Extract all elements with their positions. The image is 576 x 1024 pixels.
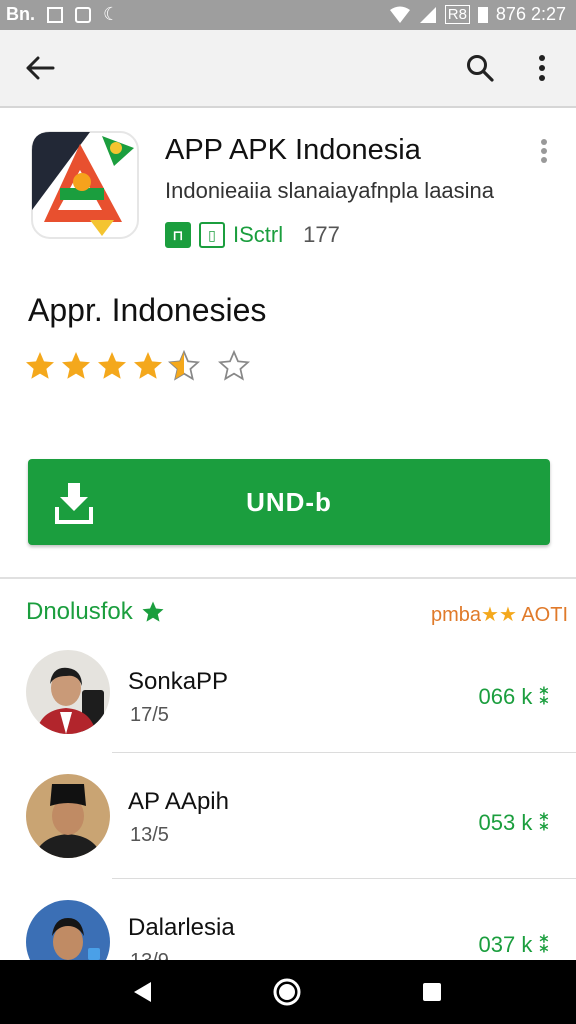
- sim-icon: [75, 6, 91, 23]
- status-time: 876 2:27: [495, 4, 566, 24]
- recents-square-icon[interactable]: [416, 976, 448, 1008]
- star-half-icon: [168, 350, 200, 381]
- section-title: Dnolusfok: [26, 598, 165, 626]
- home-circle-icon[interactable]: [271, 976, 303, 1008]
- star-icon: [26, 352, 54, 379]
- app-subtitle: Indonieaiia slanaiayafnpla laasina: [165, 178, 495, 203]
- battery-icon: [477, 6, 488, 23]
- list-item-value: 066 k ⁑: [478, 684, 550, 709]
- badge-icon: ▯: [199, 222, 225, 248]
- image-icon: [47, 6, 63, 23]
- badge-text: ISctrl: [233, 222, 284, 247]
- status-left-text: Bn.: [6, 4, 35, 24]
- section-title-text: Dnolusfok: [26, 598, 133, 625]
- app-logo-icon: [30, 130, 140, 240]
- settings-icon: ☾: [103, 4, 120, 24]
- app-name: Appr. Indonesies: [28, 292, 267, 328]
- star-empty-icon: [218, 350, 250, 381]
- star-icon: [98, 352, 126, 379]
- section-right-text: pmba: [430, 604, 482, 626]
- install-button[interactable]: UND-b: [28, 459, 550, 545]
- rating-stars: [24, 350, 250, 382]
- divider: [0, 577, 576, 579]
- lock-icon: ⊓: [165, 222, 191, 248]
- arrow-left-icon[interactable]: [20, 48, 60, 88]
- star-icon: ★★: [481, 604, 517, 626]
- install-label: UND-b: [246, 487, 332, 517]
- top-app-bar: [0, 30, 576, 108]
- list-item-value: 053 k ⁑: [478, 810, 550, 835]
- app-meta: ⊓ ▯ ISctrl 177: [165, 220, 340, 250]
- wifi-icon: [389, 6, 410, 23]
- badge-count: 177: [303, 222, 340, 247]
- row-separator: [112, 752, 576, 753]
- list-item[interactable]: AP AApih 13/5 053 k ⁑: [0, 768, 576, 894]
- signal-icon: [419, 6, 436, 23]
- app-more-icon[interactable]: [536, 138, 552, 166]
- section-right-text2: AOTI: [521, 604, 568, 626]
- status-bar: Bn. ☾ R8 876 2:27: [0, 0, 576, 30]
- avatar: [26, 650, 110, 734]
- star-icon: [142, 601, 164, 622]
- navigation-bar: [0, 960, 576, 1024]
- more-vert-icon[interactable]: [522, 48, 562, 88]
- list-item-title: SonkaPP: [128, 668, 229, 695]
- list-item-title: Dalarlesia: [128, 914, 235, 941]
- list-item-subtitle: 13/5: [130, 824, 169, 846]
- avatar: [26, 774, 110, 858]
- section-more-link[interactable]: pmba★★ AOTI: [431, 602, 568, 627]
- app-title: APP APK Indonesia: [165, 134, 421, 166]
- list-item-subtitle: 17/5: [130, 704, 169, 726]
- search-icon[interactable]: [460, 48, 500, 88]
- star-icon: [134, 352, 162, 379]
- list-item-title: AP AApih: [128, 788, 229, 815]
- row-separator: [112, 878, 576, 879]
- status-indicator: R8: [444, 5, 470, 24]
- list-item-value: 037 k ⁑: [478, 932, 550, 957]
- star-icon: [62, 352, 90, 379]
- list-item[interactable]: SonkaPP 17/5 066 k ⁑: [0, 642, 576, 768]
- back-triangle-icon[interactable]: [126, 976, 158, 1008]
